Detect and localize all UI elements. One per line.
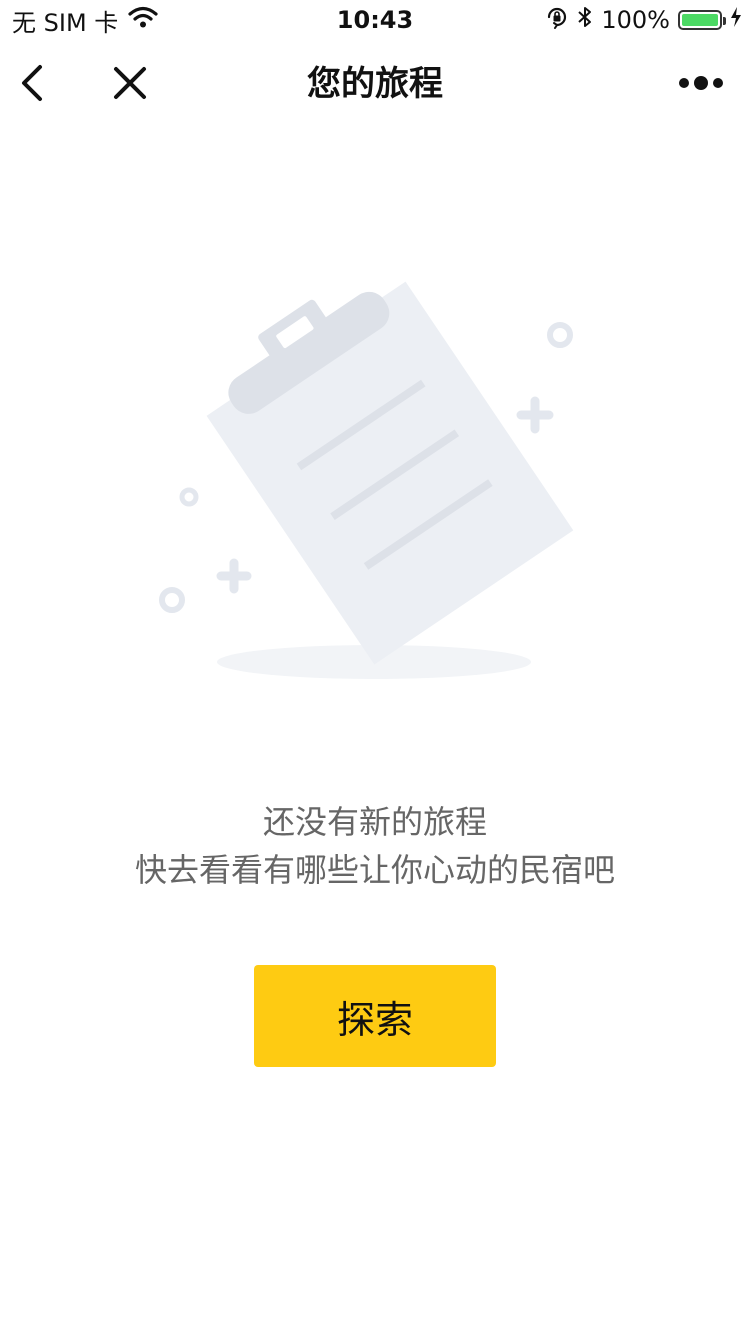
deco-circle-1 (547, 322, 573, 348)
nav-bar: 您的旅程 (0, 40, 750, 128)
battery-percent: 100% (601, 6, 670, 34)
empty-state-line-1: 还没有新的旅程 (262, 803, 487, 841)
more-dots-icon (678, 73, 726, 97)
status-right: 100% (545, 4, 742, 36)
rotation-lock-icon (545, 5, 569, 35)
empty-state-message: 还没有新的旅程 快去看看有哪些让你心动的民宿吧 (0, 798, 750, 894)
deco-plus-2 (216, 558, 252, 594)
explore-button[interactable]: 探索 (254, 965, 496, 1067)
chevron-left-icon (18, 63, 48, 107)
clipboard-illustration (140, 280, 610, 700)
battery-icon (678, 10, 726, 30)
status-bar: 无 SIM 卡 10:43 100% (0, 0, 750, 40)
battery-fill (682, 14, 718, 26)
deco-circle-2 (179, 487, 199, 507)
close-icon (112, 65, 148, 105)
more-button[interactable] (672, 60, 732, 110)
close-button[interactable] (105, 60, 155, 110)
bluetooth-icon (577, 5, 593, 35)
back-button[interactable] (8, 60, 58, 110)
deco-plus-1 (516, 396, 554, 434)
deco-circle-3 (159, 587, 185, 613)
empty-state-line-2: 快去看看有哪些让你心动的民宿吧 (134, 851, 615, 889)
charging-bolt-icon (730, 6, 742, 34)
